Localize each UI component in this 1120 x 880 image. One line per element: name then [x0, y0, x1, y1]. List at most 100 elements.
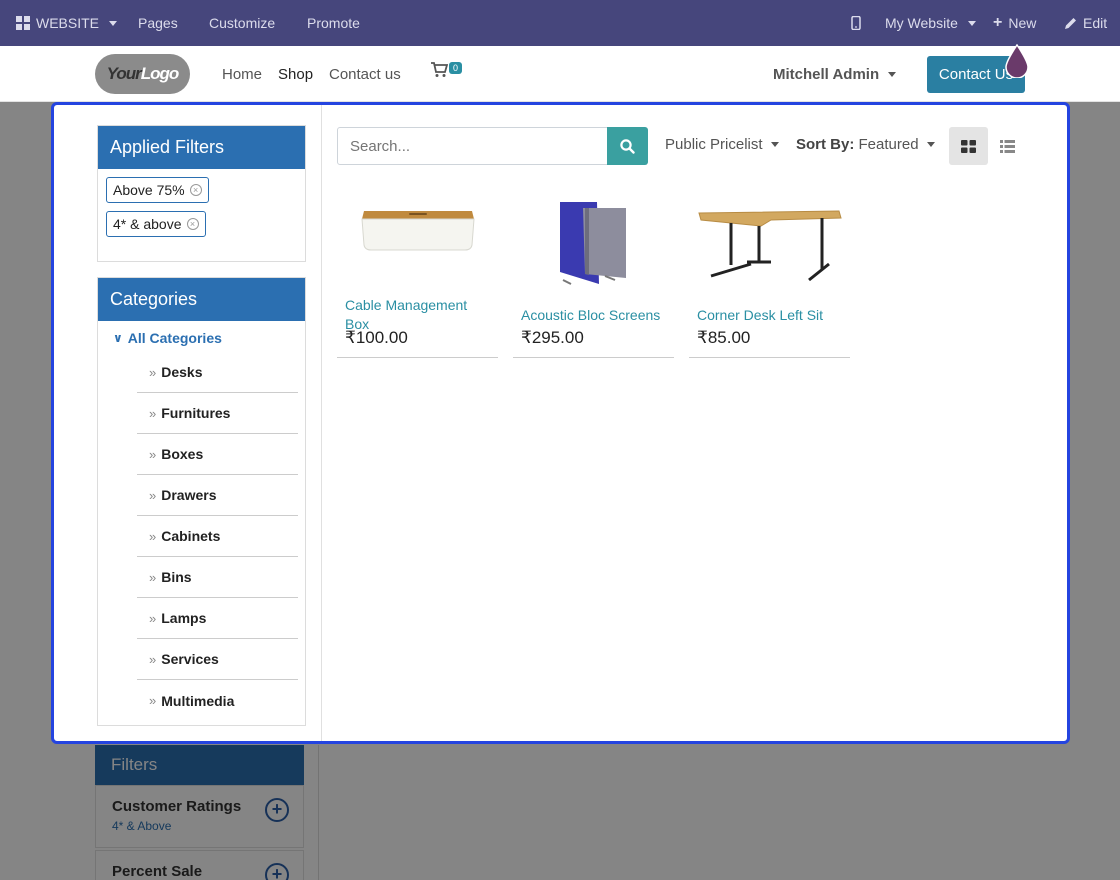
website-label: WEBSITE [36, 15, 100, 31]
my-website-label: My Website [885, 15, 958, 31]
pricelist-label: Public Pricelist [665, 136, 763, 153]
category-label: Desks [161, 364, 203, 380]
all-categories-link[interactable]: ∨ All Categories [113, 330, 222, 346]
pricelist-dropdown[interactable]: Public Pricelist [665, 136, 779, 153]
filter-chip-label: 4* & above [113, 216, 182, 232]
product-price: ₹295.00 [521, 328, 584, 347]
category-label: Bins [161, 569, 192, 585]
nav-home[interactable]: Home [222, 66, 262, 83]
category-list: » Desks » Furnitures » Boxes » Drawers » Cabi… [137, 352, 298, 721]
logo-your: Your [106, 64, 142, 83]
cart-button[interactable]: 0 [431, 62, 463, 83]
category-item-services[interactable]: » Services [137, 639, 298, 680]
nav-contact-us[interactable]: Contact us [329, 66, 401, 83]
category-item-cabinets[interactable]: » Cabinets [137, 516, 298, 557]
product-name[interactable]: Acoustic Bloc Screens [521, 306, 671, 325]
apps-icon [16, 16, 30, 30]
caret-down-icon [888, 72, 897, 77]
category-item-drawers[interactable]: » Drawers [137, 475, 298, 516]
pencil-icon [1065, 17, 1076, 29]
logo-logo: Logo [140, 64, 180, 83]
caret-down-icon [109, 20, 118, 26]
chevron-right-icon: » [149, 405, 157, 421]
filter-chip-4-stars[interactable]: 4* & above × [106, 211, 206, 237]
product-image[interactable] [337, 190, 498, 290]
search-button[interactable] [607, 127, 648, 165]
website-menu[interactable]: WEBSITE [16, 0, 118, 46]
grid-view-button[interactable] [949, 127, 988, 165]
caret-down-icon [770, 142, 779, 147]
mobile-preview-button[interactable] [851, 0, 861, 46]
applied-filters-header: Applied Filters [98, 126, 305, 169]
list-icon [1000, 139, 1015, 153]
cart-count-badge: 0 [449, 62, 463, 74]
nav-shop[interactable]: Shop [278, 66, 313, 83]
categories-header: Categories [98, 278, 305, 321]
category-label: Boxes [161, 446, 204, 462]
product-card[interactable]: Corner Desk Left Sit ₹85.00 [689, 190, 850, 358]
product-price: ₹100.00 [345, 328, 408, 347]
category-label: Drawers [161, 487, 217, 503]
sidebar-divider [321, 105, 322, 741]
list-view-button[interactable] [988, 127, 1027, 165]
remove-filter-icon[interactable]: × [186, 218, 199, 230]
category-label: Cabinets [161, 528, 221, 544]
cart-icon [431, 62, 449, 77]
product-price: ₹85.00 [697, 328, 751, 347]
product-image[interactable] [513, 190, 674, 290]
all-categories-label: All Categories [127, 330, 222, 346]
user-menu[interactable]: Mitchell Admin [773, 66, 897, 83]
product-card[interactable]: Cable Management Box ₹100.00 [337, 190, 498, 358]
chevron-right-icon: » [149, 364, 157, 380]
sort-value: Featured [858, 136, 919, 153]
edit-label: Edit [1083, 15, 1108, 31]
admin-topbar: WEBSITE Pages Customize Promote My Websi… [0, 0, 1120, 46]
product-image[interactable] [689, 190, 850, 290]
my-website-menu[interactable]: My Website [885, 0, 976, 46]
chevron-right-icon: » [149, 651, 157, 667]
category-item-furnitures[interactable]: » Furnitures [137, 393, 298, 434]
caret-down-icon [967, 20, 976, 26]
plus-icon: + [993, 14, 1003, 31]
chevron-right-icon: » [149, 528, 157, 544]
promote-menu[interactable]: Promote [307, 0, 360, 46]
remove-filter-icon[interactable]: × [189, 184, 202, 196]
site-logo[interactable]: Your Logo [95, 54, 190, 94]
edit-button[interactable]: Edit [1064, 0, 1107, 46]
chevron-right-icon: » [149, 693, 157, 708]
customize-menu[interactable]: Customize [209, 0, 275, 46]
user-name: Mitchell Admin [773, 66, 880, 83]
shop-preview-modal: Applied Filters Above 75% × 4* & above × C… [51, 102, 1070, 744]
category-label: Furnitures [161, 405, 231, 421]
search-icon [620, 138, 635, 154]
new-button[interactable]: + New [993, 0, 1036, 46]
grid-icon [961, 139, 976, 153]
mobile-icon [851, 16, 861, 30]
product-search-input[interactable] [337, 127, 608, 165]
caret-down-icon [926, 142, 935, 147]
new-label: New [1008, 15, 1037, 31]
filter-chip-above-75[interactable]: Above 75% × [106, 177, 209, 203]
chevron-right-icon: » [149, 487, 157, 503]
product-name[interactable]: Corner Desk Left Sit [697, 306, 847, 325]
applied-filters-panel: Applied Filters Above 75% × 4* & above × [97, 125, 306, 262]
category-label: Services [161, 651, 219, 667]
category-item-lamps[interactable]: » Lamps [137, 598, 298, 639]
chevron-right-icon: » [149, 446, 157, 462]
category-label: Multimedia [161, 692, 235, 709]
product-card[interactable]: Acoustic Bloc Screens ₹295.00 [513, 190, 674, 358]
sort-dropdown[interactable]: Sort By: Featured [796, 136, 935, 153]
category-label: Lamps [161, 610, 207, 626]
chevron-right-icon: » [149, 610, 157, 626]
filter-chip-label: Above 75% [113, 182, 185, 198]
category-item-multimedia[interactable]: » Multimedia [137, 680, 298, 721]
pages-menu[interactable]: Pages [138, 0, 178, 46]
chevron-down-icon: ∨ [113, 331, 123, 345]
category-item-bins[interactable]: » Bins [137, 557, 298, 598]
category-item-boxes[interactable]: » Boxes [137, 434, 298, 475]
category-item-desks[interactable]: » Desks [137, 352, 298, 393]
chevron-right-icon: » [149, 569, 157, 585]
droplet-icon [1005, 44, 1029, 78]
categories-panel: Categories ∨ All Categories » Desks » Furn… [97, 277, 306, 726]
sort-by-label: Sort By: [796, 136, 855, 153]
